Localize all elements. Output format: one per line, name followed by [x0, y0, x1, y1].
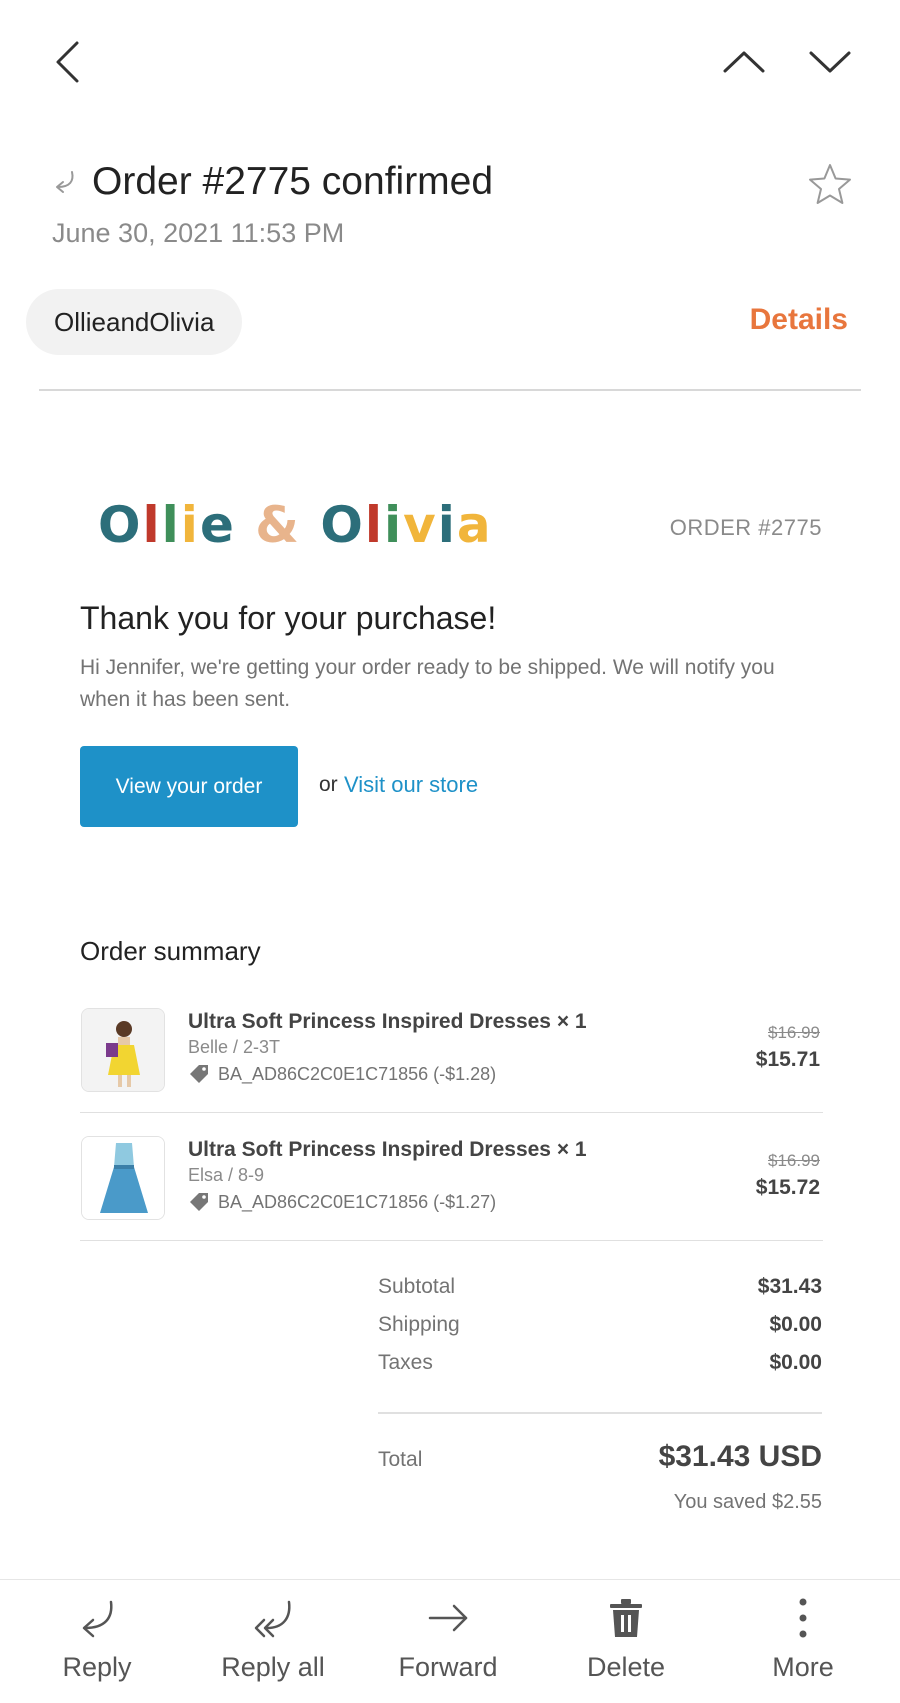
more-vertical-icon: [779, 1594, 827, 1642]
bottom-action-bar: Reply Reply all Forward Delete More: [0, 1579, 900, 1703]
item-variant: Belle / 2-3T: [188, 1037, 281, 1057]
delete-button[interactable]: Delete: [551, 1594, 701, 1694]
chevron-down-icon: [809, 51, 851, 73]
subtotal-value: $31.43: [757, 1275, 822, 1298]
message-text: Hi Jennifer, we're getting your order re…: [80, 656, 775, 711]
thank-you-heading: Thank you for your purchase!: [80, 600, 497, 636]
order-item: Ultra Soft Princess Inspired Dresses × 1…: [80, 1003, 823, 1127]
top-bar: [0, 0, 900, 130]
blue-dress-thumbnail: [81, 1136, 165, 1220]
reply-all-button[interactable]: Reply all: [198, 1594, 348, 1694]
more-label: More: [772, 1652, 834, 1682]
order-summary-title: Order summary: [80, 936, 261, 966]
subject-row: Order #2775 confirmed: [52, 150, 852, 214]
chevron-up-icon: [723, 51, 765, 73]
total-value: $31.43 USD: [658, 1440, 822, 1473]
previous-email-button[interactable]: [716, 36, 772, 88]
details-link[interactable]: Details: [750, 303, 848, 337]
reply-all-label: Reply all: [221, 1652, 325, 1682]
star-button[interactable]: [800, 156, 860, 212]
item-discount: BA_AD86C2C0E1C71856 (-$1.28): [188, 1063, 496, 1085]
item-name: Ultra Soft Princess Inspired Dresses × 1: [188, 1010, 587, 1033]
forward-icon: [424, 1594, 472, 1642]
original-price: $16.99: [768, 1023, 820, 1042]
taxes-row: Taxes $0.00: [378, 1351, 822, 1381]
reply-icon: [73, 1594, 121, 1642]
visit-store-link[interactable]: Visit our store: [344, 772, 478, 798]
item-divider: [80, 1240, 823, 1241]
reply-button[interactable]: Reply: [22, 1594, 172, 1694]
sender-chip[interactable]: OllieandOlivia: [26, 289, 243, 355]
item-price: $15.72: [755, 1176, 820, 1199]
delete-label: Delete: [586, 1652, 666, 1682]
total-label: Total: [378, 1448, 423, 1471]
order-number: ORDER #2775: [669, 515, 822, 540]
shipping-row: Shipping $0.00: [378, 1313, 822, 1343]
shipping-label: Shipping: [378, 1313, 460, 1336]
item-price: $15.71: [755, 1048, 820, 1071]
savings-text: You saved $2.55: [673, 1491, 822, 1513]
reply-label: Reply: [62, 1652, 132, 1682]
more-button[interactable]: More: [728, 1594, 878, 1694]
order-item: Ultra Soft Princess Inspired Dresses × 1…: [80, 1131, 823, 1255]
subtotal-row: Subtotal $31.43: [378, 1275, 822, 1305]
email-subject: Order #2775 confirmed: [92, 160, 494, 203]
girl-in-yellow-dress-thumbnail: [81, 1008, 165, 1092]
taxes-value: $0.00: [769, 1351, 822, 1374]
taxes-label: Taxes: [378, 1351, 433, 1374]
email-date: June 30, 2021 11:53 PM: [52, 218, 345, 248]
item-divider: [80, 1112, 823, 1113]
back-button[interactable]: [40, 30, 96, 94]
reply-icon: [52, 167, 82, 197]
discount-code: BA_AD86C2C0E1C71856 (-$1.27): [218, 1191, 497, 1212]
back-arrow-icon: [56, 41, 79, 83]
subtotal-label: Subtotal: [378, 1275, 456, 1298]
tag-icon: [188, 1191, 210, 1213]
original-price: $16.99: [768, 1151, 820, 1170]
trash-icon: [602, 1594, 650, 1642]
item-discount: BA_AD86C2C0E1C71856 (-$1.27): [188, 1191, 496, 1213]
tag-icon: [188, 1063, 210, 1085]
or-text: or: [319, 773, 338, 796]
forward-button[interactable]: Forward: [373, 1594, 523, 1694]
star-icon: [809, 164, 851, 204]
store-logo: Ollie & Olivia: [98, 496, 493, 554]
discount-code: BA_AD86C2C0E1C71856 (-$1.28): [218, 1063, 497, 1084]
next-email-button[interactable]: [802, 36, 858, 88]
view-order-button[interactable]: View your order: [80, 746, 298, 827]
header-divider: [39, 389, 861, 391]
totals-divider: [378, 1412, 822, 1414]
item-name: Ultra Soft Princess Inspired Dresses × 1: [188, 1138, 587, 1161]
item-variant: Elsa / 8-9: [188, 1165, 265, 1185]
reply-all-icon: [249, 1594, 297, 1642]
forward-label: Forward: [398, 1652, 498, 1682]
shipping-value: $0.00: [769, 1313, 822, 1336]
